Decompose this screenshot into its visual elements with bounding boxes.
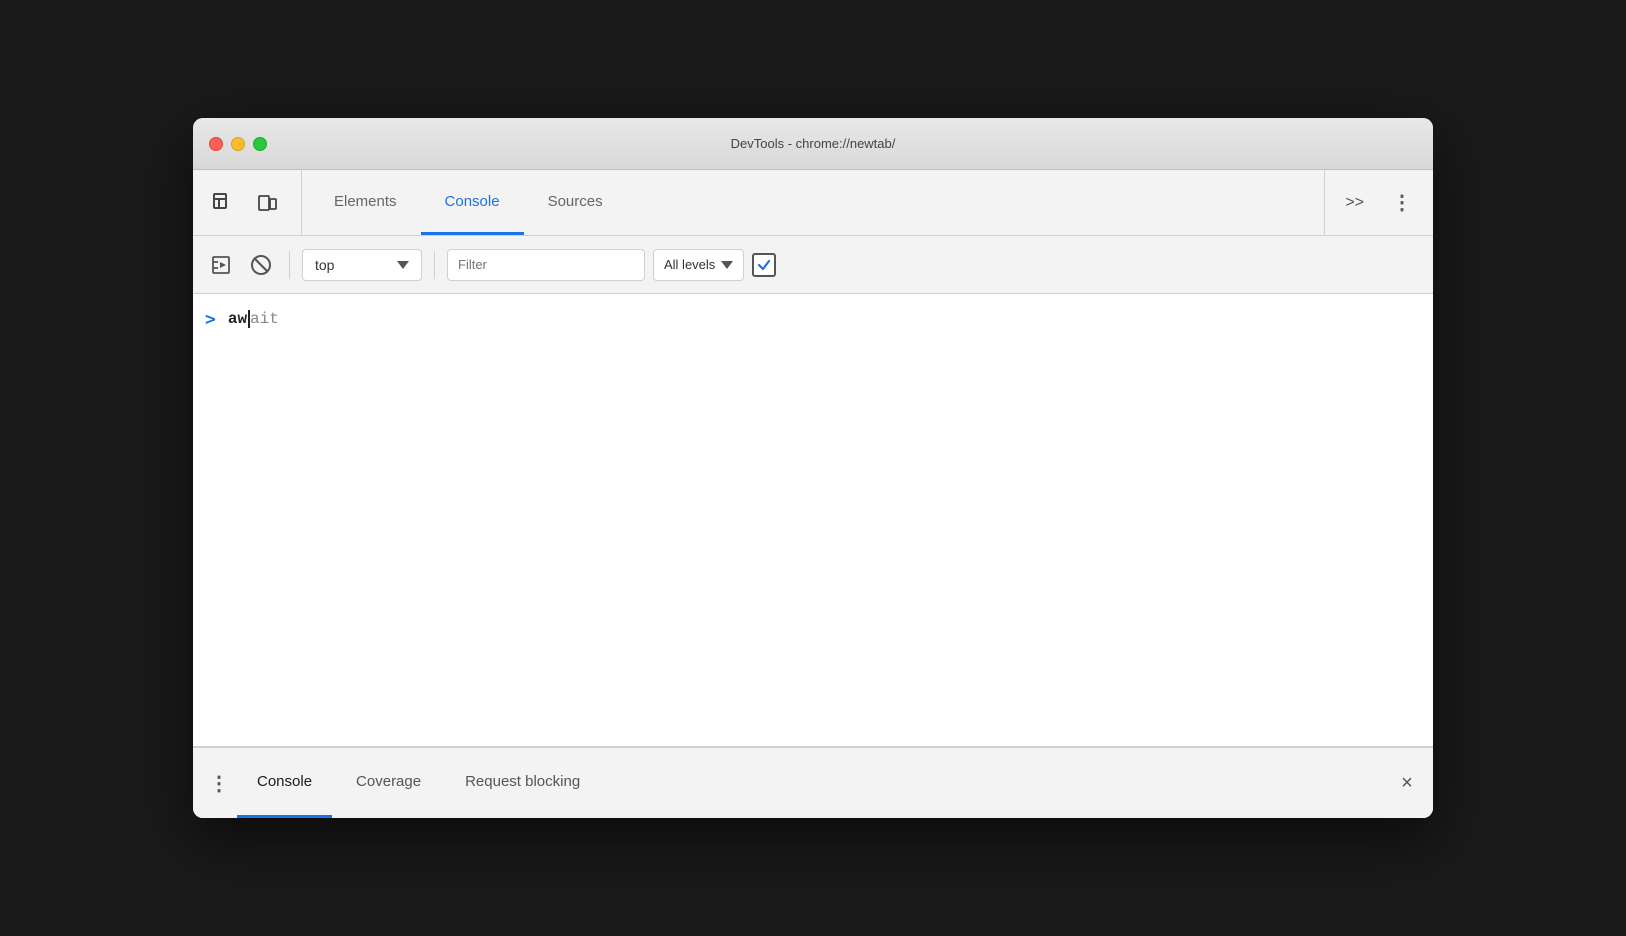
- toolbar-separator-2: [434, 251, 435, 279]
- tab-sources[interactable]: Sources: [524, 170, 627, 235]
- toolbar-separator-1: [289, 251, 290, 279]
- devtools-window: DevTools - chrome://newtab/: [193, 118, 1433, 818]
- console-toolbar: top All levels: [193, 236, 1433, 294]
- tab-bar-icons: [205, 170, 302, 235]
- tab-bar-right: >> ⋮: [1324, 170, 1421, 235]
- bottom-panel: ⋮ Console Coverage Request blocking ×: [193, 746, 1433, 818]
- console-content[interactable]: > await: [193, 294, 1433, 746]
- tab-elements[interactable]: Elements: [310, 170, 421, 235]
- console-prompt: >: [205, 309, 216, 330]
- levels-selector[interactable]: All levels: [653, 249, 744, 281]
- show-console-sidebar-button[interactable]: [205, 249, 237, 281]
- context-selector[interactable]: top: [302, 249, 422, 281]
- devtools-menu-button[interactable]: ⋮: [1384, 186, 1421, 219]
- bottom-tab-console[interactable]: Console: [237, 748, 332, 818]
- more-tabs-button[interactable]: >>: [1337, 190, 1372, 216]
- tab-items: Elements Console Sources: [310, 170, 627, 235]
- window-title: DevTools - chrome://newtab/: [731, 136, 896, 151]
- bottom-panel-menu-button[interactable]: ⋮: [205, 765, 233, 801]
- minimize-button[interactable]: [231, 137, 245, 151]
- title-bar: DevTools - chrome://newtab/: [193, 118, 1433, 170]
- close-button[interactable]: [209, 137, 223, 151]
- log-checkbox[interactable]: [752, 253, 776, 277]
- devtools-body: Elements Console Sources >> ⋮: [193, 170, 1433, 818]
- filter-input[interactable]: [447, 249, 645, 281]
- bottom-tab-request-blocking[interactable]: Request blocking: [445, 748, 600, 818]
- inspect-element-button[interactable]: [205, 185, 241, 221]
- device-toolbar-button[interactable]: [249, 185, 285, 221]
- clear-console-button[interactable]: [245, 249, 277, 281]
- typed-text: aw: [228, 311, 247, 329]
- tab-bar: Elements Console Sources >> ⋮: [193, 170, 1433, 236]
- console-input-text: await: [228, 310, 279, 328]
- maximize-button[interactable]: [253, 137, 267, 151]
- close-bottom-panel-button[interactable]: ×: [1393, 769, 1421, 797]
- console-input-line[interactable]: > await: [193, 302, 1433, 338]
- autocomplete-text: ait: [250, 311, 279, 329]
- tab-console[interactable]: Console: [421, 170, 524, 235]
- traffic-lights: [209, 137, 267, 151]
- bottom-tab-coverage[interactable]: Coverage: [336, 748, 441, 818]
